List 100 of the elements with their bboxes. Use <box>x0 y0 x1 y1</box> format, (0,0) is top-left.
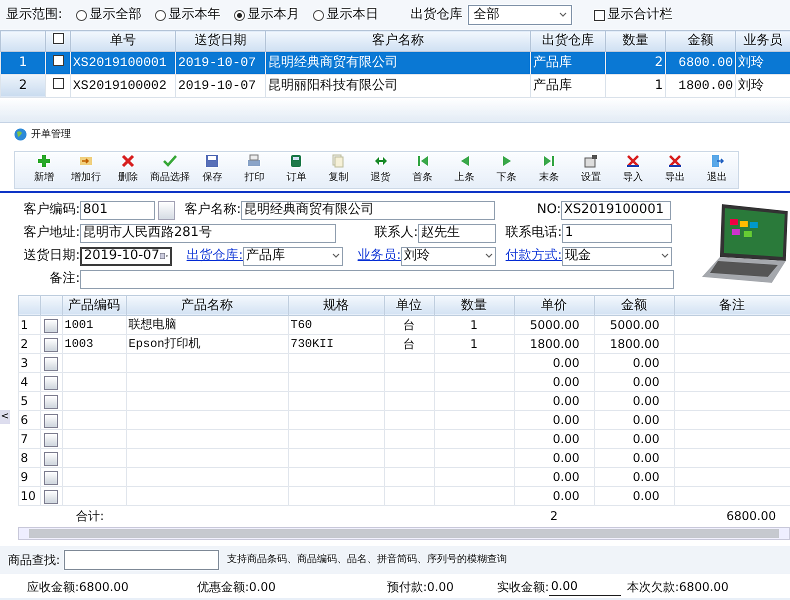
image-icon[interactable] <box>44 470 58 485</box>
input-field[interactable]: 1 <box>562 224 672 242</box>
toolbar-button[interactable]: 商品选择 <box>149 152 192 188</box>
dropdown-field[interactable]: 现金 <box>562 246 672 266</box>
toolbar-button[interactable]: 复制 <box>317 152 360 188</box>
input-field[interactable]: 昆明经典商贸有限公司 <box>241 200 495 220</box>
table-cell: 刘玲 <box>736 51 790 74</box>
date-field[interactable]: 2019-10-07 <box>80 246 172 266</box>
summary-text: 优惠金额:0.00 <box>197 578 277 596</box>
column-header[interactable]: 备注 <box>674 295 790 316</box>
column-header[interactable]: 出货仓库 <box>530 30 606 51</box>
image-icon[interactable] <box>44 490 58 504</box>
totals-checkbox[interactable]: 显示合计栏 <box>594 5 672 25</box>
table-cell: 2 <box>606 51 666 74</box>
table-cell: 联想电脑 <box>126 316 288 334</box>
checkbox[interactable] <box>52 78 64 89</box>
dropdown-field[interactable]: 刘玲 <box>401 246 496 266</box>
input-field[interactable]: XS2019100001 <box>561 200 671 220</box>
toolbar-button[interactable]: 保存 <box>191 152 234 188</box>
lookup-button[interactable] <box>158 200 175 220</box>
collapse-button[interactable]: < <box>0 410 10 424</box>
field-link[interactable]: 出货仓库: <box>172 246 243 266</box>
input-field[interactable]: 801 <box>80 200 155 220</box>
radio-option[interactable]: 显示本月 <box>234 5 300 25</box>
input-field[interactable] <box>80 270 674 288</box>
horizontal-scrollbar[interactable] <box>18 526 790 540</box>
column-header[interactable]: 产品名称 <box>126 295 288 316</box>
table-cell: 台 <box>384 316 434 334</box>
table-cell: 0.00 <box>514 354 594 372</box>
toolbar-button[interactable]: 退出 <box>696 152 738 188</box>
image-icon[interactable] <box>44 414 58 428</box>
search-field[interactable] <box>64 550 220 570</box>
column-header[interactable]: 单位 <box>384 295 434 316</box>
checkbox[interactable] <box>52 33 64 44</box>
toolbar-button[interactable]: 打印 <box>233 152 276 188</box>
settings-icon <box>584 154 598 168</box>
table-cell: 台 <box>384 334 434 354</box>
toolbar-button[interactable]: 订单 <box>275 152 318 188</box>
row-number: 1 <box>0 51 46 74</box>
image-icon[interactable] <box>44 394 58 409</box>
column-header[interactable]: 业务员 <box>736 30 790 51</box>
column-header[interactable]: 单号 <box>70 30 176 51</box>
warehouse-dropdown[interactable]: 全部 <box>468 5 572 25</box>
table-cell: 5000.00 <box>514 316 594 334</box>
toolbar-button[interactable]: 增加行 <box>65 152 108 188</box>
checkbox[interactable] <box>52 54 64 66</box>
table-cell: 1 <box>606 74 666 97</box>
table-cell: 0.00 <box>594 430 674 448</box>
image-icon[interactable] <box>44 432 58 447</box>
search-hint: 支持商品条码、商品编码、品名、拼音简码、序列号的模糊查询 <box>227 552 508 567</box>
image-icon[interactable] <box>44 338 58 352</box>
table-cell: 5000.00 <box>594 316 674 334</box>
table-cell: 0.00 <box>594 486 674 506</box>
table-cell: 产品库 <box>530 74 606 97</box>
summary-text: 本次欠款:6800.00 <box>627 578 730 596</box>
column-header[interactable]: 数量 <box>606 30 666 51</box>
column-header[interactable]: 单价 <box>514 295 594 316</box>
image-icon[interactable] <box>44 318 58 333</box>
column-header[interactable]: 规格 <box>288 295 384 316</box>
toolbar-button[interactable]: 设置 <box>570 152 612 188</box>
toolbar-button[interactable]: 导出 <box>654 152 696 188</box>
table-row[interactable]: 2 XS2019100002 2019-10-07 昆明丽阳科技有限公司 产品库 1 1800.00 刘玲 <box>0 74 790 97</box>
field-label: NO: <box>536 201 561 220</box>
column-header[interactable]: 客户名称 <box>266 30 530 51</box>
toolbar-button[interactable]: 导入 <box>612 152 654 188</box>
cross-icon <box>121 154 136 168</box>
toolbar-button[interactable]: 下条 <box>486 152 528 188</box>
row-number: 7 <box>18 430 40 448</box>
image-icon[interactable] <box>44 356 58 371</box>
field-link[interactable]: 付款方式: <box>496 246 562 266</box>
toolbar-button[interactable]: 上条 <box>444 152 486 188</box>
image-icon[interactable] <box>44 376 58 390</box>
table-cell: 0.00 <box>514 392 594 410</box>
toolbar-button[interactable]: 删除 <box>107 152 150 188</box>
image-icon[interactable] <box>44 452 58 466</box>
toolbar-button[interactable]: 退货 <box>360 152 402 188</box>
row-number: 5 <box>18 392 40 410</box>
column-header[interactable]: 送货日期 <box>176 30 266 51</box>
toolbar-button[interactable]: 首条 <box>402 152 444 188</box>
field-link[interactable]: 业务员: <box>343 246 401 266</box>
input-field[interactable]: 赵先生 <box>418 224 496 242</box>
radio-option[interactable]: 显示本年 <box>155 5 220 25</box>
calendar-icon <box>160 251 168 261</box>
dropdown-field[interactable]: 产品库 <box>243 246 343 266</box>
column-header[interactable]: 金额 <box>666 30 736 51</box>
toolbar-button[interactable]: 新增 <box>23 152 66 188</box>
window-title: 开单管理 <box>31 128 71 142</box>
field-label: 客户编码: <box>22 201 80 220</box>
cross-icon <box>626 154 640 168</box>
column-header[interactable]: 金额 <box>594 295 674 316</box>
column-header[interactable]: 数量 <box>434 295 514 316</box>
column-header[interactable]: 产品编码 <box>62 295 126 316</box>
radio-option[interactable]: 显示全部 <box>76 5 142 25</box>
chevron-icon <box>661 253 669 259</box>
input-field[interactable]: 昆明市人民西路281号 <box>80 224 336 242</box>
toolbar-button[interactable]: 末条 <box>528 152 570 188</box>
table-cell: 0.00 <box>514 372 594 392</box>
radio-option[interactable]: 显示本日 <box>313 5 378 25</box>
table-row[interactable]: 1 XS2019100001 2019-10-07 昆明经典商贸有限公司 产品库 2 6800.00 刘玲 <box>0 51 790 74</box>
table-cell: 730KII <box>288 334 384 354</box>
